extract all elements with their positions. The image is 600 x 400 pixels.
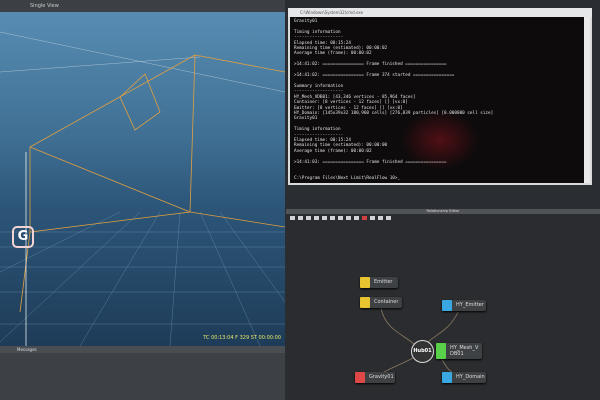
node-label: HY_Mesh_VDB01 [450, 345, 479, 357]
node-hub[interactable]: Hub01 [411, 340, 434, 363]
node-gravity[interactable]: Gravity01 [355, 372, 395, 383]
hy-emitter-icon [442, 300, 452, 311]
node-hy-emitter[interactable]: HY_Emitter [442, 300, 486, 311]
hy-mesh-icon [436, 343, 446, 359]
node-label: Emitter [374, 279, 393, 285]
node-label: Container [374, 299, 399, 305]
node-emitter[interactable]: Emitter [360, 277, 398, 288]
node-hy-domain[interactable]: HY_Domain [442, 372, 486, 383]
node-container[interactable]: Container [360, 297, 402, 308]
node-label: Gravity01 [369, 374, 394, 380]
node-hy-mesh[interactable]: HY_Mesh_VDB01 [436, 343, 482, 359]
node-label: HY_Domain [456, 374, 485, 380]
gravity-node-icon [355, 372, 365, 383]
container-icon [360, 297, 370, 308]
node-label: HY_Emitter [456, 302, 484, 308]
node-links [377, 307, 459, 377]
emitter-icon [360, 277, 370, 288]
hy-domain-icon [442, 372, 452, 383]
